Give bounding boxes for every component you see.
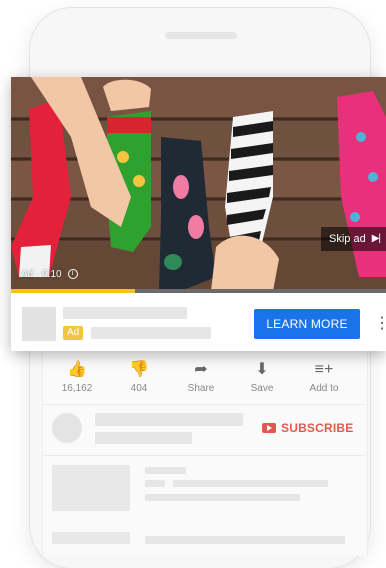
recommended-video-thumbnail[interactable] bbox=[52, 532, 130, 544]
ad-video-frame bbox=[11, 77, 386, 291]
recommended-meta-placeholder bbox=[145, 480, 165, 487]
like-count: 16,162 bbox=[61, 383, 93, 394]
ad-url-placeholder bbox=[91, 327, 211, 339]
subscribe-label: SUBSCRIBE bbox=[281, 421, 354, 435]
recommended-title-placeholder bbox=[145, 536, 345, 544]
skip-ad-label: Skip ad bbox=[329, 233, 366, 245]
share-label: Share bbox=[187, 383, 215, 394]
share-button[interactable]: ➦ Share bbox=[171, 360, 231, 394]
save-button[interactable]: ⬇ Save bbox=[232, 360, 292, 394]
ad-video-player[interactable] bbox=[11, 77, 386, 291]
add-to-label: Add to bbox=[309, 383, 339, 394]
recommended-meta-placeholder bbox=[145, 494, 300, 501]
download-icon: ⬇ bbox=[255, 361, 269, 378]
ad-progress-bar[interactable] bbox=[11, 289, 386, 293]
recommended-title-placeholder bbox=[145, 467, 186, 474]
add-to-playlist-icon: ≡+ bbox=[314, 361, 334, 378]
save-label: Save bbox=[250, 383, 274, 394]
dislike-button[interactable]: 👎 404 bbox=[109, 360, 169, 394]
dislike-count: 404 bbox=[130, 383, 148, 394]
subscriber-count-placeholder bbox=[95, 432, 192, 444]
like-button[interactable]: 👍 16,162 bbox=[47, 360, 107, 394]
info-icon[interactable]: i bbox=[67, 269, 78, 280]
phone-speaker bbox=[165, 32, 237, 39]
thumbs-up-icon: 👍 bbox=[67, 361, 87, 378]
share-icon: ➦ bbox=[194, 361, 208, 378]
channel-avatar[interactable] bbox=[52, 413, 82, 443]
subscribe-button[interactable]: SUBSCRIBE bbox=[262, 420, 353, 436]
recommended-video-thumbnail[interactable] bbox=[52, 465, 130, 511]
advertiser-thumbnail[interactable] bbox=[22, 307, 56, 341]
video-ad-card: Ad · 0:10 i Skip ad ▶| Ad LEARN MORE ⋮ bbox=[11, 77, 386, 351]
divider bbox=[43, 455, 365, 456]
channel-name-placeholder bbox=[95, 413, 243, 426]
ad-badge: Ad bbox=[63, 326, 84, 340]
divider bbox=[43, 404, 365, 405]
ad-time-label: Ad · 0:10 i bbox=[21, 269, 78, 280]
more-options-icon[interactable]: ⋮ bbox=[374, 313, 386, 335]
add-to-button[interactable]: ≡+ Add to bbox=[294, 360, 354, 394]
youtube-play-icon bbox=[262, 423, 276, 433]
ad-time-text: Ad · 0:10 bbox=[21, 269, 62, 280]
thumbs-down-icon: 👎 bbox=[129, 361, 149, 378]
skip-ad-button[interactable]: Skip ad ▶| bbox=[321, 227, 386, 251]
ad-progress-fill bbox=[11, 289, 135, 293]
learn-more-button[interactable]: LEARN MORE bbox=[254, 309, 360, 339]
skip-next-icon: ▶| bbox=[371, 233, 381, 244]
recommended-meta-placeholder bbox=[173, 480, 328, 487]
ad-title-placeholder bbox=[63, 307, 187, 319]
